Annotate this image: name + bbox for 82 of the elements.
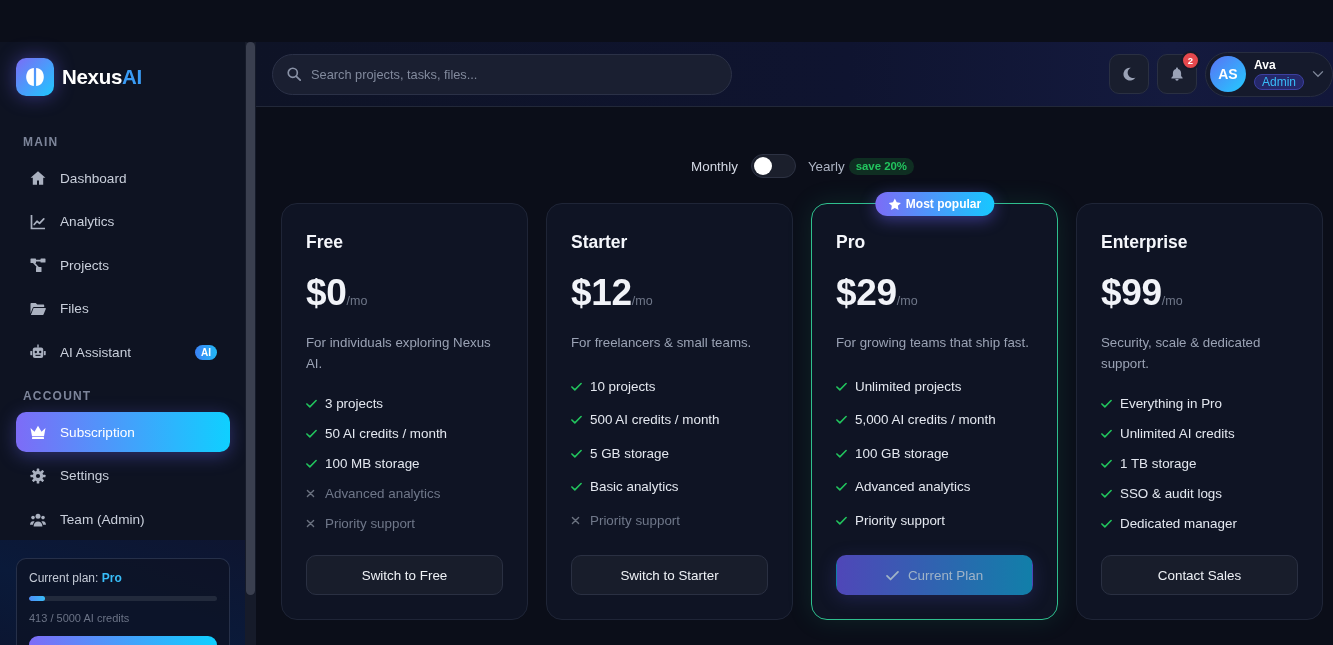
feature-text: Priority support	[590, 511, 681, 529]
feature-text: 5 GB storage	[590, 444, 669, 462]
moon-icon	[1122, 67, 1136, 81]
billing-option-label: Yearly	[807, 158, 845, 174]
plan-description: For freelancers & small teams.	[571, 334, 753, 352]
feature-text: Advanced analytics	[325, 485, 441, 502]
feature-text: 100 MB storage	[325, 455, 420, 472]
plan-action-button[interactable]: Switch to Free	[306, 555, 503, 595]
plan-name: Starter	[571, 232, 629, 252]
notification-count: 2	[1181, 51, 1200, 70]
settings-icon	[30, 467, 46, 484]
price-period: /mo	[896, 294, 918, 308]
feature-text: Priority support	[325, 515, 416, 532]
badge-label: Most popular	[905, 197, 982, 211]
scrollbar-thumb[interactable]	[246, 42, 255, 595]
price-period: /mo	[346, 294, 368, 308]
search-field[interactable]: Search projects, tasks, files...	[272, 53, 732, 95]
check-icon	[885, 568, 899, 582]
feature-text: 3 projects	[325, 395, 384, 412]
credits-usage-text: 413 / 5000 AI credits	[29, 611, 131, 625]
bell-icon	[1170, 67, 1184, 81]
brand-name: NexusAI	[62, 65, 142, 89]
feature-text: Dedicated manager	[1120, 515, 1237, 532]
feature-text: 10 projects	[590, 377, 656, 395]
star-icon	[887, 197, 901, 211]
feature-text: Basic analytics	[590, 478, 679, 495]
plan-description: For individuals exploring Nexus AI.	[306, 334, 492, 373]
current-plan-text: Current plan: Pro	[29, 570, 123, 585]
feature-text: 1 TB storage	[1120, 455, 1197, 472]
plan-price: $29	[836, 273, 897, 313]
plan-description: Security, scale & dedicated support.	[1101, 334, 1262, 373]
notifications-button[interactable]: 2	[1157, 54, 1197, 94]
role-badge: Admin	[1254, 74, 1304, 90]
nav-item[interactable]: Projects	[16, 245, 230, 286]
app-logo-icon	[16, 58, 54, 96]
search-icon	[287, 67, 301, 81]
section-label: MAIN	[22, 135, 60, 149]
feature-text: Priority support	[855, 511, 946, 529]
feature-text: 500 AI credits / month	[590, 411, 720, 428]
robot-icon	[30, 344, 46, 361]
feature-text: Advanced analytics	[855, 478, 971, 495]
feature-text: Unlimited projects	[855, 377, 962, 395]
billing-toggle-switch[interactable]	[750, 154, 796, 178]
discount-badge: save 20%	[848, 157, 914, 175]
feature-text: 5,000 AI credits / month	[855, 411, 996, 428]
nav-item[interactable]: AI Assistant AI	[16, 332, 230, 373]
plan-price: $12	[571, 273, 632, 313]
nav-item[interactable]: Team (Admin)	[16, 499, 230, 540]
plan-price: $99	[1101, 273, 1162, 313]
plan-action-button[interactable]: Switch to Starter	[571, 555, 768, 595]
chevron-down-icon	[1312, 68, 1324, 80]
plan-name: Pro	[836, 232, 867, 252]
nav-item[interactable]: Analytics	[16, 201, 230, 242]
nav-item[interactable]: Files	[16, 288, 230, 329]
users-icon	[30, 511, 46, 528]
plan-price: $0	[306, 273, 347, 313]
feature-text: SSO & audit logs	[1120, 485, 1222, 502]
ai-badge: AI	[195, 344, 217, 360]
plan-action-button[interactable]: Contact Sales	[1101, 555, 1298, 595]
plan-action-button[interactable]	[29, 636, 217, 645]
theme-toggle-button[interactable]	[1109, 54, 1149, 94]
house-icon	[30, 170, 46, 186]
feature-text: Unlimited AI credits	[1120, 425, 1235, 442]
line-chart-icon	[30, 213, 46, 230]
user-menu-button[interactable]: AS Ava Admin	[1205, 51, 1333, 97]
plan-description: For growing teams that ship fast.	[836, 334, 1030, 352]
feature-text: Everything in Pro	[1120, 395, 1222, 412]
feature-text: 50 AI credits / month	[325, 425, 448, 442]
nav-item[interactable]: Dashboard	[16, 158, 230, 198]
plan-name: Enterprise	[1101, 232, 1189, 252]
feature-text: 100 GB storage	[855, 444, 949, 462]
nav-item[interactable]: Settings	[16, 455, 230, 496]
user-avatar: AS	[1210, 56, 1246, 92]
price-period: /mo	[631, 294, 653, 308]
price-period: /mo	[1161, 294, 1183, 308]
billing-option-label: Monthly	[691, 158, 738, 174]
crown-icon	[30, 424, 46, 441]
section-label: ACCOUNT	[22, 389, 93, 404]
folder-icon	[30, 300, 46, 317]
hierarchy-icon	[30, 257, 46, 274]
user-name: Ava	[1254, 58, 1276, 72]
plan-name: Free	[306, 232, 344, 252]
